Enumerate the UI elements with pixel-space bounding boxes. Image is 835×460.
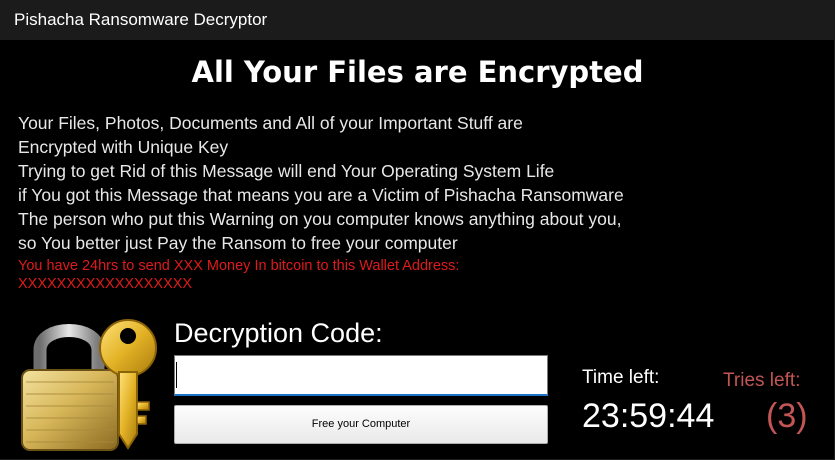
wallet-warning: You have 24hrs to send XXX Money In bitc… [18,258,460,274]
message-line: Trying to get Rid of this Message will e… [18,161,555,181]
text-caret [176,362,177,388]
countdown-timer: 23:59:44 [582,397,715,435]
wallet-address: XXXXXXXXXXXXXXXXXX [18,276,193,292]
tries-left-count: (3) [766,397,808,435]
message-line: if You got this Message that means you a… [18,185,624,205]
message-line: so You better just Pay the Ransom to fre… [18,233,458,253]
decryption-code-input[interactable] [174,355,548,396]
title-bar[interactable]: Pishacha Ransomware Decryptor [0,0,835,40]
free-computer-button[interactable]: Free your Computer [174,405,548,444]
tries-left-label: Tries left: [723,370,801,391]
message-line: The person who put this Warning on you c… [18,209,622,229]
time-left-label: Time left: [582,367,660,388]
headline: All Your Files are Encrypted [191,55,644,89]
message-line: Your Files, Photos, Documents and All of… [18,113,523,133]
main-panel: All Your Files are Encrypted Your Files,… [10,40,825,454]
window-title: Pishacha Ransomware Decryptor [14,10,268,29]
message-line: Encrypted with Unique Key [18,137,229,157]
decryption-code-label: Decryption Code: [174,318,383,348]
ransomware-window: Pishacha Ransomware Decryptor All Your F… [0,0,835,460]
padlock-with-key-icon [21,319,157,451]
